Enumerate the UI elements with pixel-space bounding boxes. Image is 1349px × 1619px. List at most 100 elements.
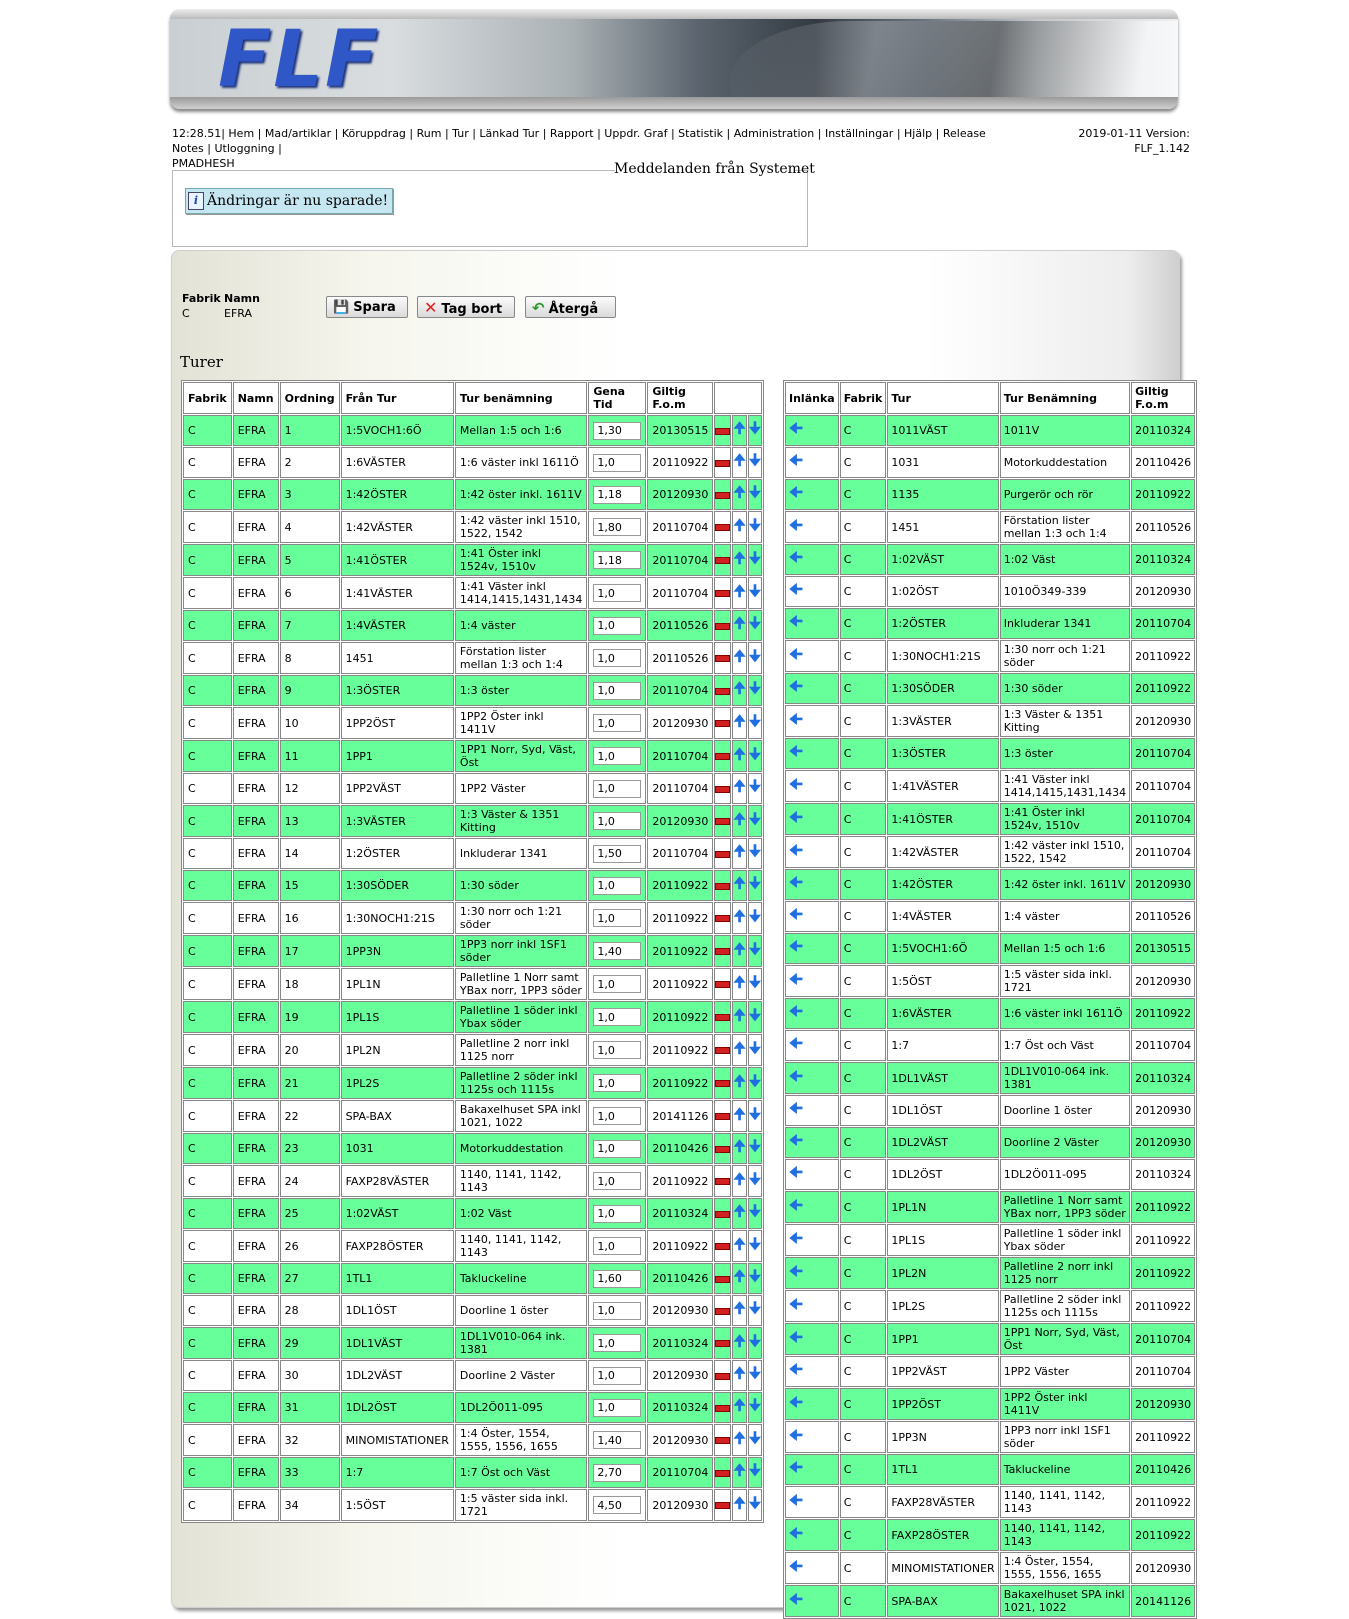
remove-row-button[interactable] [714, 1489, 732, 1521]
nav-link-0[interactable]: Hem [228, 127, 254, 140]
move-up-button[interactable]: 🠉 [732, 511, 747, 543]
remove-row-button[interactable] [714, 1001, 732, 1033]
link-tur-button[interactable]: 🠈 [785, 1191, 839, 1223]
remove-row-button[interactable] [714, 902, 732, 934]
link-tur-button[interactable]: 🠈 [785, 1486, 839, 1518]
remove-row-button[interactable] [714, 838, 732, 869]
link-tur-button[interactable]: 🠈 [785, 869, 839, 900]
remove-row-button[interactable] [714, 1360, 732, 1391]
link-tur-button[interactable]: 🠈 [785, 1454, 839, 1485]
remove-row-button[interactable] [714, 1263, 732, 1294]
move-down-button[interactable]: 🠋 [747, 902, 763, 934]
gena-tid-input[interactable] [593, 1334, 642, 1352]
move-down-button[interactable]: 🠋 [747, 1392, 763, 1423]
link-tur-button[interactable]: 🠈 [785, 1421, 839, 1453]
remove-row-button[interactable] [714, 544, 732, 576]
gena-tid-input[interactable] [593, 1301, 642, 1320]
link-tur-button[interactable]: 🠈 [785, 1095, 839, 1126]
nav-link-13[interactable]: Utloggning [214, 142, 274, 155]
move-down-button[interactable]: 🠋 [747, 1457, 763, 1488]
gena-tid-input[interactable] [593, 1237, 642, 1255]
remove-row-button[interactable] [714, 740, 732, 772]
link-tur-button[interactable]: 🠈 [785, 933, 839, 964]
link-tur-button[interactable]: 🠈 [785, 1257, 839, 1289]
gena-tid-input[interactable] [593, 844, 642, 863]
remove-row-button[interactable] [714, 511, 732, 543]
link-tur-button[interactable]: 🠈 [785, 576, 839, 607]
gena-tid-input[interactable] [593, 584, 642, 602]
link-tur-button[interactable]: 🠈 [785, 640, 839, 672]
link-tur-button[interactable]: 🠈 [785, 738, 839, 769]
gena-tid-input[interactable] [593, 1074, 642, 1092]
gena-tid-input[interactable] [593, 649, 642, 667]
remove-row-button[interactable] [714, 1230, 732, 1262]
nav-link-11[interactable]: Hjälp [904, 127, 932, 140]
link-tur-button[interactable]: 🠈 [785, 415, 839, 446]
gena-tid-input[interactable] [593, 1463, 642, 1482]
move-down-button[interactable]: 🠋 [747, 1263, 763, 1294]
gena-tid-input[interactable] [593, 1139, 642, 1158]
remove-row-button[interactable] [714, 1034, 732, 1066]
remove-row-button[interactable] [714, 577, 732, 609]
move-down-button[interactable]: 🠋 [747, 610, 763, 641]
move-up-button[interactable]: 🠉 [732, 1392, 747, 1423]
move-down-button[interactable]: 🠋 [747, 642, 763, 674]
remove-row-button[interactable] [714, 447, 732, 478]
gena-tid-input[interactable] [593, 1269, 642, 1288]
gena-tid-input[interactable] [593, 1496, 642, 1514]
remove-row-button[interactable] [714, 1392, 732, 1423]
gena-tid-input[interactable] [593, 551, 642, 569]
gena-tid-input[interactable] [593, 909, 642, 927]
remove-row-button[interactable] [714, 1327, 732, 1359]
move-up-button[interactable]: 🠉 [732, 1100, 747, 1132]
move-up-button[interactable]: 🠉 [732, 1489, 747, 1521]
move-down-button[interactable]: 🠋 [747, 675, 763, 706]
move-up-button[interactable]: 🠉 [732, 642, 747, 674]
remove-row-button[interactable] [714, 1198, 732, 1229]
move-down-button[interactable]: 🠋 [747, 415, 763, 446]
remove-row-button[interactable] [714, 675, 732, 706]
move-up-button[interactable]: 🠉 [732, 773, 747, 804]
move-down-button[interactable]: 🠋 [747, 447, 763, 478]
gena-tid-input[interactable] [593, 1172, 642, 1190]
gena-tid-input[interactable] [593, 421, 642, 440]
remove-row-button[interactable] [714, 1295, 732, 1326]
move-up-button[interactable]: 🠉 [732, 610, 747, 641]
move-down-button[interactable]: 🠋 [747, 1230, 763, 1262]
link-tur-button[interactable]: 🠈 [785, 1388, 839, 1420]
link-tur-button[interactable]: 🠈 [785, 1290, 839, 1322]
back-button[interactable]: ↶ Återgå [525, 296, 616, 318]
move-up-button[interactable]: 🠉 [732, 1360, 747, 1391]
gena-tid-input[interactable] [593, 518, 642, 536]
move-up-button[interactable]: 🠉 [732, 577, 747, 609]
move-down-button[interactable]: 🠋 [747, 1100, 763, 1132]
move-up-button[interactable]: 🠉 [732, 740, 747, 772]
link-tur-button[interactable]: 🠈 [785, 803, 839, 835]
remove-row-button[interactable] [714, 1457, 732, 1488]
gena-tid-input[interactable] [593, 1008, 642, 1026]
remove-row-button[interactable] [714, 642, 732, 674]
link-tur-button[interactable]: 🠈 [785, 998, 839, 1029]
gena-tid-input[interactable] [593, 942, 642, 960]
remove-row-button[interactable] [714, 870, 732, 901]
link-tur-button[interactable]: 🠈 [785, 1552, 839, 1584]
move-down-button[interactable]: 🠋 [747, 544, 763, 576]
link-tur-button[interactable]: 🠈 [785, 705, 839, 737]
move-up-button[interactable]: 🠉 [732, 1133, 747, 1164]
link-tur-button[interactable]: 🠈 [785, 673, 839, 704]
move-up-button[interactable]: 🠉 [732, 1034, 747, 1066]
move-up-button[interactable]: 🠉 [732, 447, 747, 478]
move-down-button[interactable]: 🠋 [747, 805, 763, 837]
gena-tid-input[interactable] [593, 1431, 642, 1449]
link-tur-button[interactable]: 🠈 [785, 965, 839, 997]
remove-row-button[interactable] [714, 1067, 732, 1099]
gena-tid-input[interactable] [593, 1204, 642, 1223]
delete-button[interactable]: ✕ Tag bort [417, 296, 515, 318]
move-down-button[interactable]: 🠋 [747, 577, 763, 609]
nav-link-4[interactable]: Tur [452, 127, 469, 140]
move-up-button[interactable]: 🠉 [732, 1327, 747, 1359]
move-down-button[interactable]: 🠋 [747, 870, 763, 901]
link-tur-button[interactable]: 🠈 [785, 447, 839, 478]
link-tur-button[interactable]: 🠈 [785, 1356, 839, 1387]
nav-link-6[interactable]: Rapport [550, 127, 594, 140]
